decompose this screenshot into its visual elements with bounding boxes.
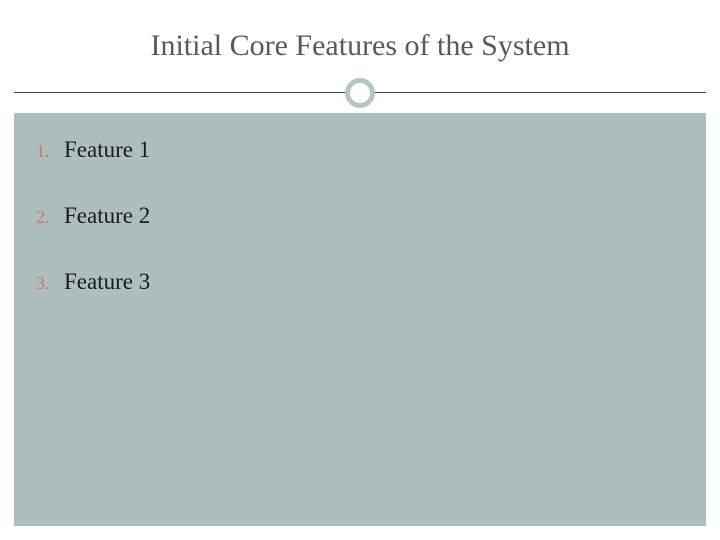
list-item-text: Feature 1	[64, 137, 150, 163]
slide-title: Initial Core Features of the System	[150, 29, 569, 63]
list-item: 1. Feature 1	[36, 137, 684, 163]
list-item-text: Feature 3	[64, 269, 150, 295]
content-area: 1. Feature 1 2. Feature 2 3. Feature 3	[14, 113, 706, 526]
ring-ornament-icon	[345, 78, 375, 108]
slide: Initial Core Features of the System 1. F…	[0, 0, 720, 540]
list-number: 2.	[36, 207, 64, 228]
feature-list: 1. Feature 1 2. Feature 2 3. Feature 3	[36, 137, 684, 295]
list-item-text: Feature 2	[64, 203, 150, 229]
list-number: 1.	[36, 141, 64, 162]
list-number: 3.	[36, 273, 64, 294]
list-item: 2. Feature 2	[36, 203, 684, 229]
list-item: 3. Feature 3	[36, 269, 684, 295]
